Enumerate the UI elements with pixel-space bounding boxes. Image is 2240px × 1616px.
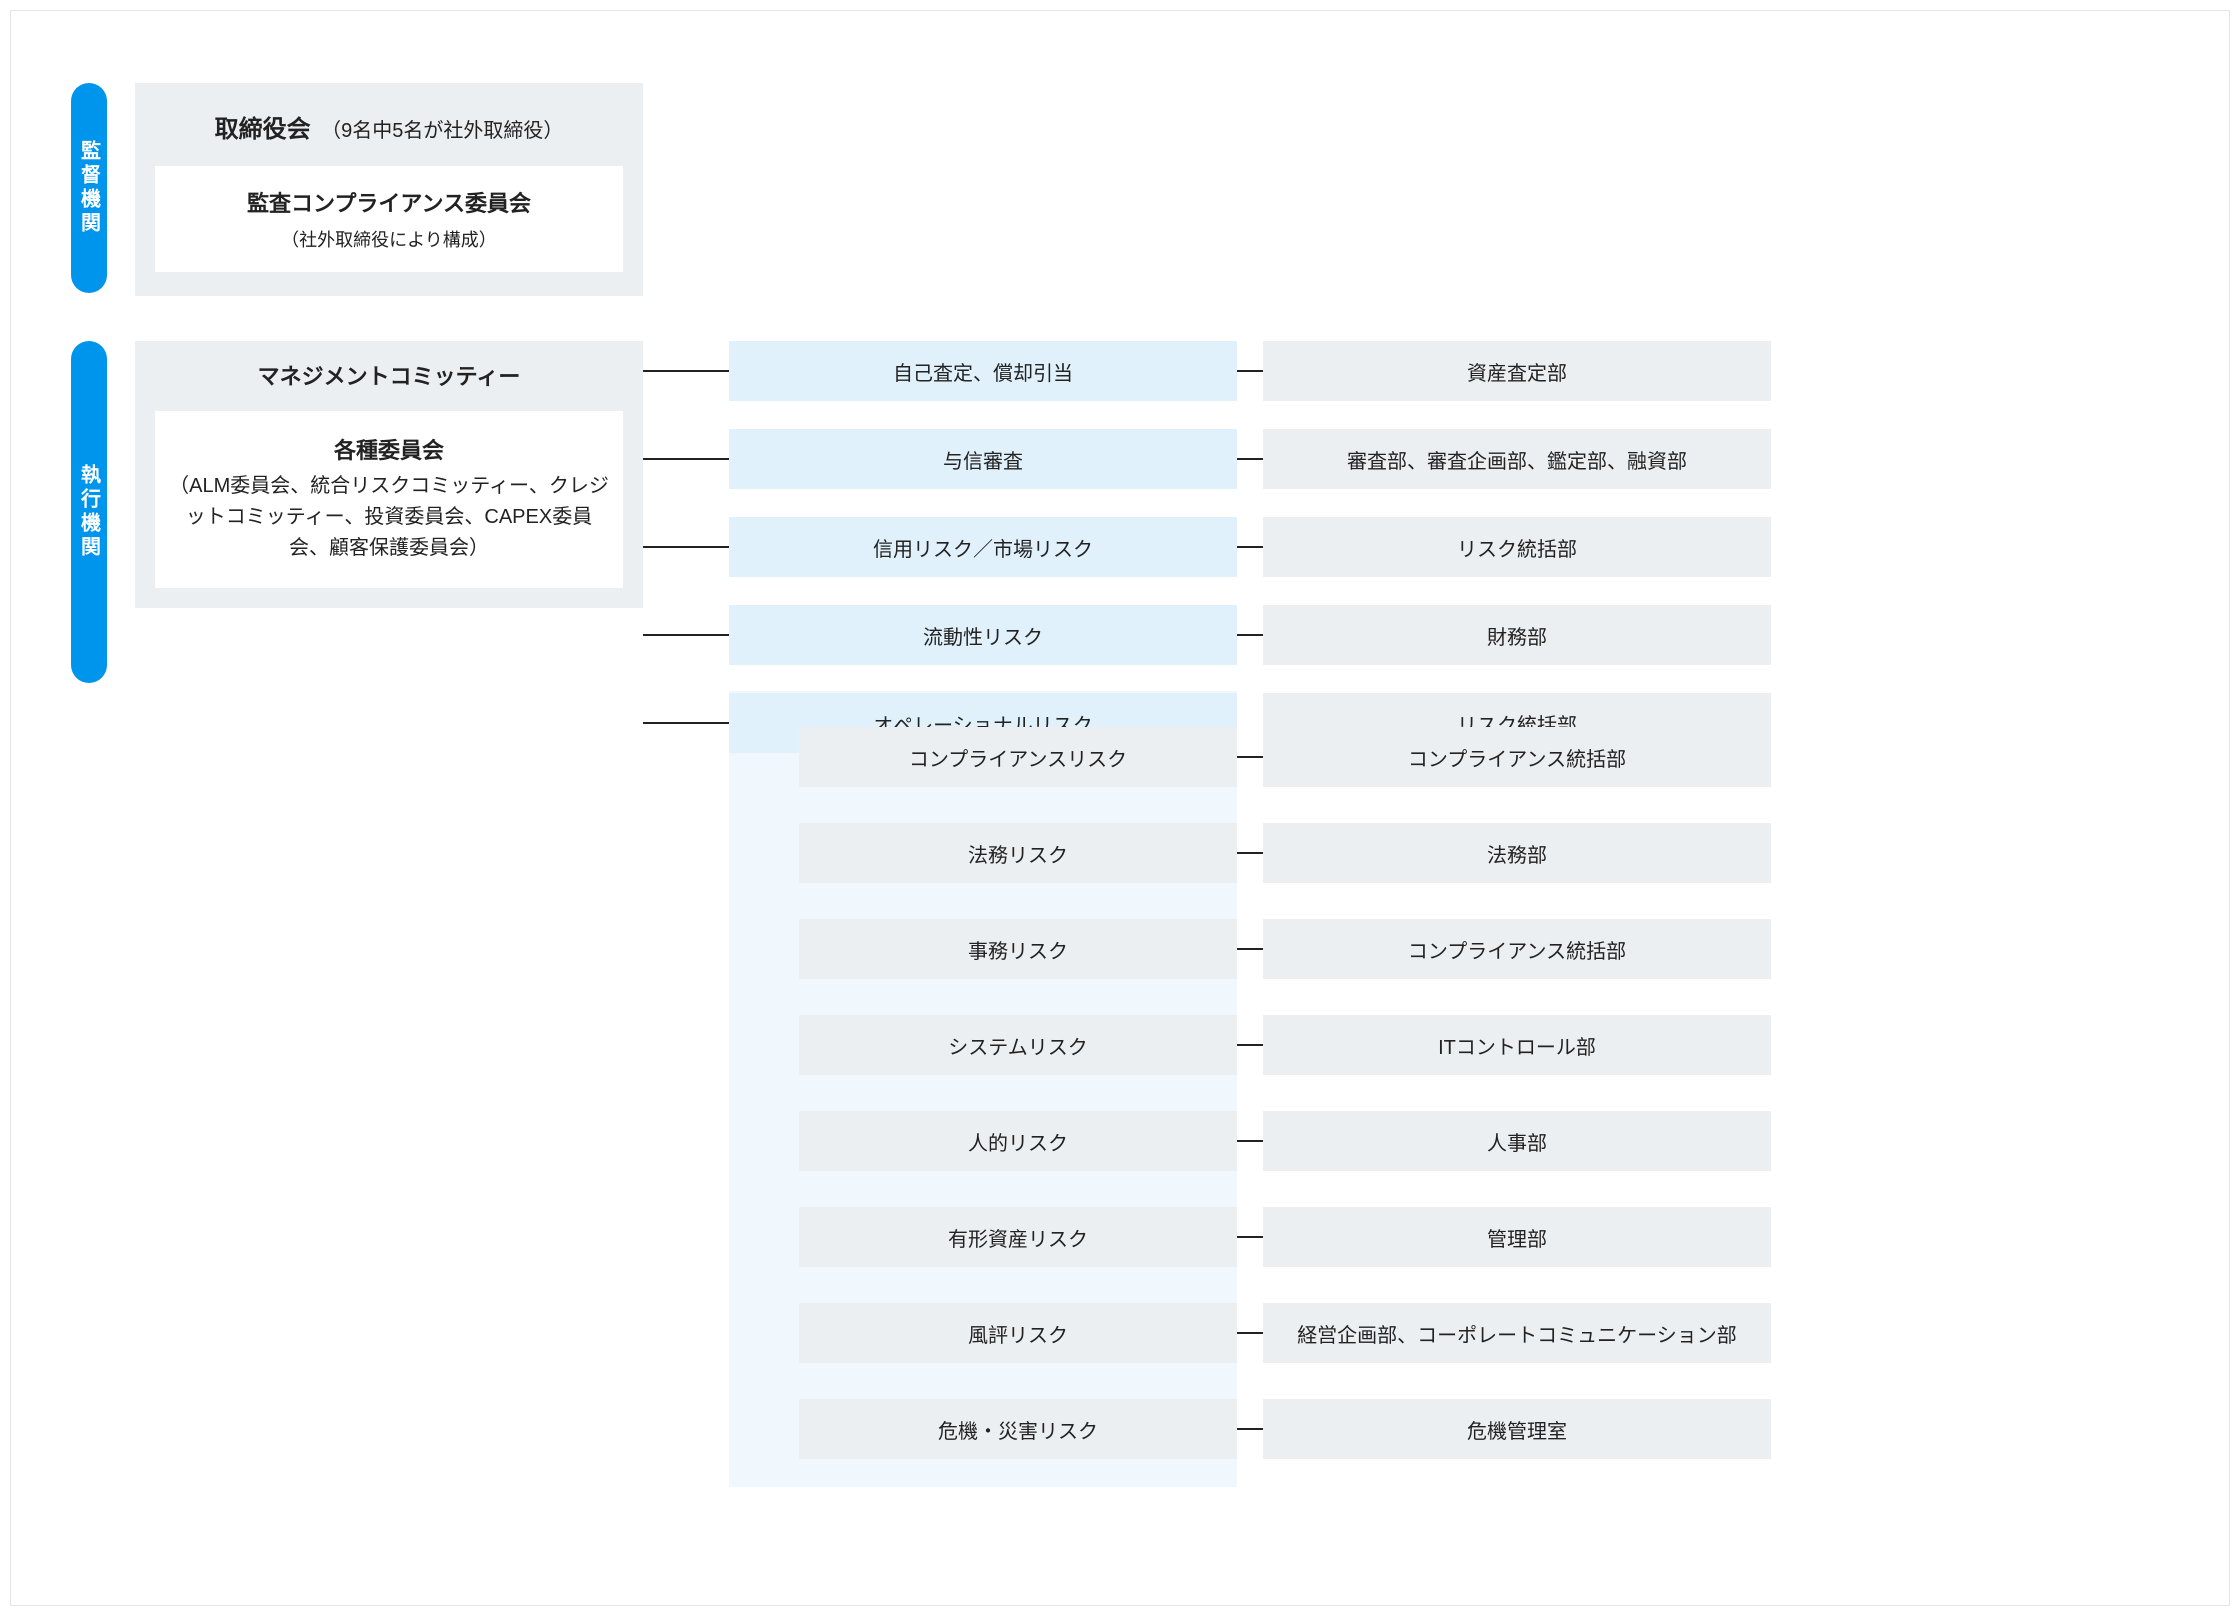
risk-box: 流動性リスク xyxy=(729,605,1237,665)
connector-line xyxy=(643,370,729,372)
sub-risk-box: 事務リスク xyxy=(799,919,1237,979)
pill-executive-label: 執行機関 xyxy=(75,464,104,560)
connector-line xyxy=(643,722,729,724)
connector-line xyxy=(1237,634,1263,636)
diagram-frame: 監督機関 取締役会 （9名中5名が社外取締役） 監査コンプライアンス委員会 （社… xyxy=(10,10,2230,1606)
connector-line xyxy=(1237,852,1263,854)
connector-line xyxy=(1237,1428,1263,1430)
connector-line xyxy=(643,634,729,636)
management-committee-title: マネジメントコミッティー xyxy=(155,341,623,411)
connector-line xyxy=(1237,1044,1263,1046)
dept-box: 危機管理室 xyxy=(1263,1399,1771,1459)
audit-committee-box: 監査コンプライアンス委員会 （社外取締役により構成） xyxy=(155,166,623,272)
dept-box: コンプライアンス統括部 xyxy=(1263,919,1771,979)
pill-supervisory: 監督機関 xyxy=(71,83,107,293)
connector-line xyxy=(1237,546,1263,548)
dept-box: ITコントロール部 xyxy=(1263,1015,1771,1075)
risk-box: 信用リスク／市場リスク xyxy=(729,517,1237,577)
sub-risk-box: コンプライアンスリスク xyxy=(799,727,1237,787)
committees-title: 各種委員会 xyxy=(169,433,609,465)
sub-risk-box: 有形資産リスク xyxy=(799,1207,1237,1267)
executive-panel: マネジメントコミッティー 各種委員会 （ALM委員会、統合リスクコミッティー、ク… xyxy=(135,341,643,608)
connector-line xyxy=(643,458,729,460)
connector-line xyxy=(1237,948,1263,950)
dept-box: コンプライアンス統括部 xyxy=(1263,727,1771,787)
pill-executive: 執行機関 xyxy=(71,341,107,683)
connector-line xyxy=(1237,1140,1263,1142)
risk-box: 与信審査 xyxy=(729,429,1237,489)
connector-line xyxy=(1237,1236,1263,1238)
sub-risk-box: 風評リスク xyxy=(799,1303,1237,1363)
sub-risk-box: システムリスク xyxy=(799,1015,1237,1075)
supervisory-panel: 取締役会 （9名中5名が社外取締役） 監査コンプライアンス委員会 （社外取締役に… xyxy=(135,83,643,296)
dept-box: 資産査定部 xyxy=(1263,341,1771,401)
dept-box: 財務部 xyxy=(1263,605,1771,665)
sub-risk-box: 危機・災害リスク xyxy=(799,1399,1237,1459)
connector-line xyxy=(1237,1332,1263,1334)
risk-box: 自己査定、償却引当 xyxy=(729,341,1237,401)
committees-note: （ALM委員会、統合リスクコミッティー、クレジットコミッティー、投資委員会、CA… xyxy=(169,471,609,564)
audit-committee-title: 監査コンプライアンス委員会 xyxy=(173,186,605,218)
dept-box: 法務部 xyxy=(1263,823,1771,883)
dept-box: 人事部 xyxy=(1263,1111,1771,1171)
pill-supervisory-label: 監督機関 xyxy=(75,140,104,236)
connector-line xyxy=(1237,370,1263,372)
sub-risk-box: 法務リスク xyxy=(799,823,1237,883)
connector-line xyxy=(1237,756,1263,758)
connector-line xyxy=(643,546,729,548)
connector-line xyxy=(1237,458,1263,460)
dept-box: 経営企画部、コーポレートコミュニケーション部 xyxy=(1263,1303,1771,1363)
dept-box: リスク統括部 xyxy=(1263,517,1771,577)
dept-box: 管理部 xyxy=(1263,1207,1771,1267)
dept-box: 審査部、審査企画部、鑑定部、融資部 xyxy=(1263,429,1771,489)
sub-risk-box: 人的リスク xyxy=(799,1111,1237,1171)
sub-rows-bg xyxy=(729,691,1237,1487)
committees-box: 各種委員会 （ALM委員会、統合リスクコミッティー、クレジットコミッティー、投資… xyxy=(155,411,623,588)
board-note: （9名中5名が社外取締役） xyxy=(321,120,563,142)
board-title: 取締役会 xyxy=(215,116,311,143)
audit-committee-note: （社外取締役により構成） xyxy=(173,226,605,252)
